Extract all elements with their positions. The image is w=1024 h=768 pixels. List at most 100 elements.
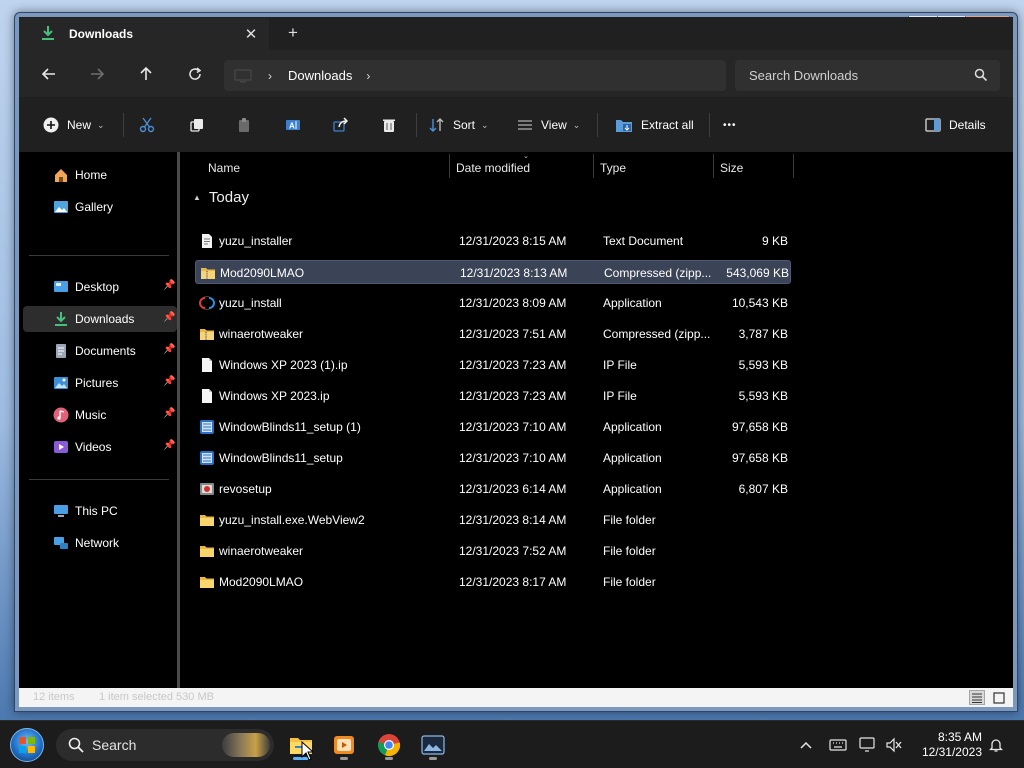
column-header-name[interactable]: Name xyxy=(208,161,240,175)
photos-icon xyxy=(421,735,445,755)
sidebar-item-gallery[interactable]: Gallery xyxy=(23,194,177,220)
taskbar-app-photos[interactable] xyxy=(417,729,449,761)
media-player-icon xyxy=(334,736,354,754)
file-name: revosetup xyxy=(219,482,272,496)
file-type: IP File xyxy=(603,358,637,372)
file-date: 12/31/2023 8:09 AM xyxy=(459,296,567,310)
details-view-button[interactable] xyxy=(969,690,985,705)
blank-file-icon xyxy=(199,357,215,373)
sidebar-item-network[interactable]: Network xyxy=(23,530,177,556)
pane-splitter[interactable] xyxy=(177,152,180,688)
file-row[interactable]: WindowBlinds11_setup 12/31/2023 7:10 AM Ap… xyxy=(195,446,791,470)
tiles-view-icon xyxy=(993,691,1005,704)
pin-icon: 📌 xyxy=(163,376,176,387)
sidebar-label: Network xyxy=(75,536,120,550)
taskbar-app-media-player[interactable] xyxy=(328,729,360,761)
volume-button[interactable] xyxy=(884,735,904,755)
column-resize-handle[interactable] xyxy=(449,154,450,178)
download-arrow-icon xyxy=(41,25,55,44)
gallery-icon xyxy=(54,201,68,213)
file-row[interactable]: yuzu_install.exe.WebView2 12/31/2023 8:14… xyxy=(195,508,791,532)
view-label: View xyxy=(541,118,567,132)
taskbar-search[interactable]: Search xyxy=(56,729,274,761)
file-date: 12/31/2023 7:51 AM xyxy=(459,327,567,341)
sidebar-label: Desktop xyxy=(75,280,120,294)
cut-button[interactable] xyxy=(139,112,155,138)
keyboard-button[interactable] xyxy=(828,735,848,755)
file-row[interactable]: revosetup 12/31/2023 6:14 AM Application 6,… xyxy=(195,477,791,501)
sidebar-item-downloads[interactable]: Downloads 📌 xyxy=(23,306,177,332)
sidebar-item-music[interactable]: Music 📌 xyxy=(23,402,177,428)
close-tab-button[interactable]: ✕ xyxy=(241,24,261,44)
details-pane-button[interactable]: Details xyxy=(925,112,986,138)
clock[interactable]: 8:35 AM 12/31/2023 xyxy=(910,730,982,760)
paste-button[interactable] xyxy=(236,112,252,138)
tiles-view-button[interactable] xyxy=(991,690,1007,705)
refresh-button[interactable] xyxy=(181,60,209,88)
view-button[interactable]: View ⌄ xyxy=(517,112,580,138)
column-resize-handle[interactable] xyxy=(793,154,794,178)
new-label: New xyxy=(67,118,92,132)
address-bar[interactable]: › Downloads › xyxy=(224,60,726,91)
divider xyxy=(416,113,417,137)
file-row[interactable]: winaerotweaker 12/31/2023 7:51 AM Compress… xyxy=(195,322,791,346)
sidebar-item-pictures[interactable]: Pictures 📌 xyxy=(23,370,177,396)
file-date: 12/31/2023 7:23 AM xyxy=(459,358,567,372)
copy-button[interactable] xyxy=(189,112,205,138)
column-header-type[interactable]: Type xyxy=(600,161,626,175)
sidebar-item-desktop[interactable]: Desktop 📌 xyxy=(23,274,177,300)
file-row[interactable]: WindowBlinds11_setup (1) 12/31/2023 7:10 … xyxy=(195,415,791,439)
forward-button[interactable] xyxy=(83,60,111,88)
share-button[interactable] xyxy=(333,112,349,138)
group-header-today[interactable]: ▲ Today xyxy=(193,189,249,206)
new-tab-button[interactable]: + xyxy=(283,23,303,43)
rename-button[interactable]: A xyxy=(285,112,301,138)
file-size: 9 KB xyxy=(761,234,788,248)
file-name: Windows XP 2023.ip xyxy=(219,389,330,403)
network-tray-button[interactable] xyxy=(858,735,878,755)
file-row[interactable]: Windows XP 2023 (1).ip 12/31/2023 7:23 AM… xyxy=(195,353,791,377)
file-row[interactable]: yuzu_installer 12/31/2023 8:15 AM Text Doc… xyxy=(195,229,791,253)
view-list-icon xyxy=(518,120,532,130)
file-date: 12/31/2023 7:23 AM xyxy=(459,389,567,403)
file-row[interactable]: Mod2090LMAO 12/31/2023 8:17 AM File folder xyxy=(195,570,791,594)
more-options-button[interactable]: ••• xyxy=(723,112,737,138)
delete-button[interactable] xyxy=(381,112,397,138)
navigation-pane: Home Gallery Desktop 📌 Downloads 📌 Docum… xyxy=(19,152,181,688)
sort-button[interactable]: Sort ⌄ xyxy=(429,112,489,138)
back-button[interactable] xyxy=(35,60,63,88)
sidebar-item-home[interactable]: Home xyxy=(23,162,177,188)
sidebar-label: Gallery xyxy=(75,200,114,214)
extract-all-button[interactable]: Extract all xyxy=(615,112,694,138)
file-row[interactable]: Windows XP 2023.ip 12/31/2023 7:23 AM IP F… xyxy=(195,384,791,408)
file-row[interactable]: yuzu_install 12/31/2023 8:09 AM Applicatio… xyxy=(195,291,791,315)
show-hidden-icons-button[interactable] xyxy=(796,735,816,755)
up-button[interactable] xyxy=(132,60,160,88)
sidebar-item-documents[interactable]: Documents 📌 xyxy=(23,338,177,364)
sidebar-label: This PC xyxy=(75,504,118,518)
breadcrumb-chevron-icon[interactable]: › xyxy=(366,69,370,83)
notifications-button[interactable] xyxy=(986,735,1006,755)
breadcrumb-downloads[interactable]: Downloads xyxy=(288,68,352,83)
sort-label: Sort xyxy=(453,118,476,132)
column-header-size[interactable]: Size xyxy=(720,161,743,175)
sidebar-label: Home xyxy=(75,168,108,182)
search-input[interactable]: Search Downloads xyxy=(735,60,1000,91)
start-button[interactable] xyxy=(10,728,44,762)
sidebar-divider xyxy=(29,479,169,480)
tab-downloads[interactable]: Downloads ✕ xyxy=(19,18,269,50)
breadcrumb-chevron-icon[interactable]: › xyxy=(268,69,272,83)
group-label: Today xyxy=(208,189,249,206)
column-resize-handle[interactable] xyxy=(593,154,594,178)
collapse-chevron-icon[interactable]: ▲ xyxy=(193,193,201,202)
column-header-date[interactable]: Date modified xyxy=(456,161,530,175)
sidebar-item-videos[interactable]: Videos 📌 xyxy=(23,434,177,460)
new-button[interactable]: New ⌄ xyxy=(43,112,105,138)
file-row[interactable]: Mod2090LMAO 12/31/2023 8:13 AM Compressed … xyxy=(195,260,791,284)
yuzu-app-icon xyxy=(199,295,215,311)
file-row[interactable]: winaerotweaker 12/31/2023 7:52 AM File fol… xyxy=(195,539,791,563)
column-resize-handle[interactable] xyxy=(713,154,714,178)
sidebar-item-this-pc[interactable]: This PC xyxy=(23,498,177,524)
selection-info: 1 item selected 530 MB xyxy=(99,691,214,703)
taskbar-app-chrome[interactable] xyxy=(373,729,405,761)
